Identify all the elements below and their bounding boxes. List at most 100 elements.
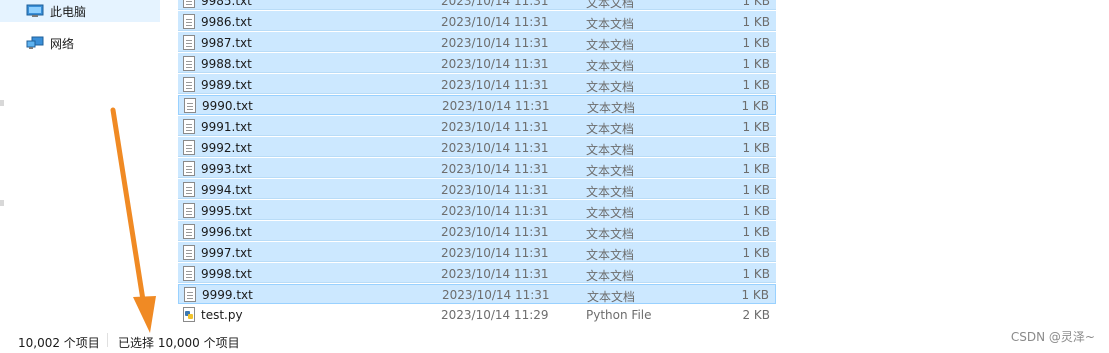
text-file-icon	[183, 35, 195, 50]
item-count: 10,002 个项目	[18, 336, 100, 350]
file-name: 9988.txt	[201, 57, 252, 71]
file-date: 2023/10/14 11:29	[441, 308, 549, 322]
file-date: 2023/10/14 11:31	[442, 288, 550, 302]
file-name: 9995.txt	[201, 204, 252, 218]
python-file-icon	[183, 307, 195, 322]
file-row[interactable]: 9987.txt 2023/10/14 11:31 文本文档 1 KB	[178, 32, 776, 52]
file-size: 1 KB	[741, 288, 769, 302]
file-size: 1 KB	[742, 15, 770, 29]
file-name: 9999.txt	[202, 288, 253, 302]
file-type: 文本文档	[586, 185, 635, 199]
file-size: 1 KB	[742, 36, 770, 50]
file-date: 2023/10/14 11:31	[441, 246, 549, 260]
file-name: 9997.txt	[201, 246, 252, 260]
file-row[interactable]: 9993.txt 2023/10/14 11:31 文本文档 1 KB	[178, 158, 776, 178]
file-size: 1 KB	[742, 141, 770, 155]
nav-item-this-pc[interactable]: 此电脑	[0, 0, 160, 22]
file-row[interactable]: 9996.txt 2023/10/14 11:31 文本文档 1 KB	[178, 221, 776, 241]
file-row[interactable]: 9994.txt 2023/10/14 11:31 文本文档 1 KB	[178, 179, 776, 199]
file-name: 9992.txt	[201, 141, 252, 155]
file-row[interactable]: 9985.txt 2023/10/14 11:31 文本文档 1 KB	[178, 0, 776, 10]
file-date: 2023/10/14 11:31	[441, 36, 549, 50]
file-type: 文本文档	[586, 122, 635, 136]
file-row[interactable]: 9986.txt 2023/10/14 11:31 文本文档 1 KB	[178, 11, 776, 31]
file-date: 2023/10/14 11:31	[441, 183, 549, 197]
text-file-icon	[183, 182, 195, 197]
file-type: 文本文档	[586, 17, 635, 31]
file-name: 9991.txt	[201, 120, 252, 134]
file-date: 2023/10/14 11:31	[441, 15, 549, 29]
file-type: Python File	[586, 308, 652, 322]
file-date: 2023/10/14 11:31	[441, 78, 549, 92]
file-name: 9998.txt	[201, 267, 252, 281]
text-file-icon	[183, 161, 195, 176]
file-row[interactable]: 9999.txt 2023/10/14 11:31 文本文档 1 KB	[178, 284, 776, 304]
text-file-icon	[183, 203, 195, 218]
file-size: 1 KB	[742, 57, 770, 71]
scroll-marker	[0, 200, 4, 206]
file-row[interactable]: 9988.txt 2023/10/14 11:31 文本文档 1 KB	[178, 53, 776, 73]
file-row[interactable]: 9992.txt 2023/10/14 11:31 文本文档 1 KB	[178, 137, 776, 157]
text-file-icon	[183, 224, 195, 239]
file-date: 2023/10/14 11:31	[441, 225, 549, 239]
status-divider	[107, 333, 108, 347]
file-date: 2023/10/14 11:31	[441, 120, 549, 134]
file-name: 9996.txt	[201, 225, 252, 239]
file-size: 1 KB	[742, 204, 770, 218]
file-type: 文本文档	[586, 206, 635, 220]
file-name: 9990.txt	[202, 99, 253, 113]
scroll-marker	[0, 100, 4, 106]
file-size: 1 KB	[742, 183, 770, 197]
file-name: 9989.txt	[201, 78, 252, 92]
file-type: 文本文档	[586, 0, 635, 10]
file-name: test.py	[201, 308, 243, 322]
file-date: 2023/10/14 11:31	[441, 57, 549, 71]
file-size: 1 KB	[742, 78, 770, 92]
computer-icon	[26, 4, 44, 18]
file-name: 9985.txt	[201, 0, 252, 8]
file-type: 文本文档	[586, 143, 635, 157]
file-row[interactable]: 9995.txt 2023/10/14 11:31 文本文档 1 KB	[178, 200, 776, 220]
text-file-icon	[184, 98, 196, 113]
selected-count: 已选择 10,000 个项目	[118, 336, 240, 350]
text-file-icon	[183, 56, 195, 71]
file-size: 1 KB	[742, 246, 770, 260]
file-name: 9993.txt	[201, 162, 252, 176]
watermark: CSDN @灵泽~	[1010, 330, 1095, 344]
file-type: 文本文档	[586, 227, 635, 241]
status-bar: 10,002 个项目 已选择 10,000 个项目	[0, 325, 1109, 353]
file-row[interactable]: test.py 2023/10/14 11:29 Python File 2 KB	[178, 305, 776, 325]
file-row[interactable]: 9997.txt 2023/10/14 11:31 文本文档 1 KB	[178, 242, 776, 262]
file-type: 文本文档	[586, 80, 635, 94]
file-size: 1 KB	[742, 120, 770, 134]
text-file-icon	[183, 77, 195, 92]
file-name: 9994.txt	[201, 183, 252, 197]
text-file-icon	[183, 119, 195, 134]
file-row[interactable]: 9989.txt 2023/10/14 11:31 文本文档 1 KB	[178, 74, 776, 94]
file-size: 1 KB	[742, 267, 770, 281]
file-type: 文本文档	[586, 38, 635, 52]
nav-item-network[interactable]: 网络	[0, 32, 160, 54]
file-date: 2023/10/14 11:31	[441, 267, 549, 281]
text-file-icon	[183, 266, 195, 281]
file-row[interactable]: 9998.txt 2023/10/14 11:31 文本文档 1 KB	[178, 263, 776, 283]
file-date: 2023/10/14 11:31	[441, 0, 549, 8]
file-size: 1 KB	[742, 225, 770, 239]
file-date: 2023/10/14 11:31	[441, 204, 549, 218]
file-size: 1 KB	[742, 0, 770, 8]
file-type: 文本文档	[586, 59, 635, 73]
network-icon	[26, 36, 44, 50]
file-row[interactable]: 9991.txt 2023/10/14 11:31 文本文档 1 KB	[178, 116, 776, 136]
file-type: 文本文档	[586, 269, 635, 283]
text-file-icon	[184, 287, 196, 302]
navigation-pane: 此电脑 网络	[0, 0, 165, 325]
file-size: 1 KB	[741, 99, 769, 113]
file-size: 1 KB	[742, 162, 770, 176]
nav-item-label: 此电脑	[50, 4, 87, 19]
file-row[interactable]: 9990.txt 2023/10/14 11:31 文本文档 1 KB	[178, 95, 776, 115]
text-file-icon	[183, 14, 195, 29]
text-file-icon	[183, 140, 195, 155]
file-name: 9986.txt	[201, 15, 252, 29]
file-date: 2023/10/14 11:31	[441, 141, 549, 155]
text-file-icon	[183, 0, 195, 8]
